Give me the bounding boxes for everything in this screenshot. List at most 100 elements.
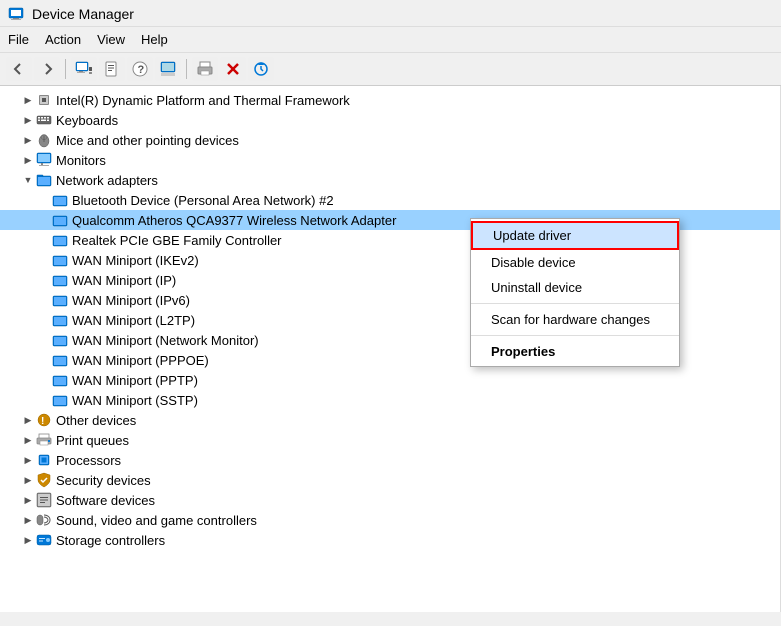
sound-label: Sound, video and game controllers — [56, 513, 257, 528]
context-scan-hardware[interactable]: Scan for hardware changes — [471, 307, 679, 332]
tree-item-sound[interactable]: Sound, video and game controllers — [0, 510, 780, 530]
qualcomm-label: Qualcomm Atheros QCA9377 Wireless Networ… — [72, 213, 396, 228]
mouse-icon — [36, 132, 52, 148]
expand-sound[interactable] — [20, 512, 36, 528]
tree-item-storage[interactable]: Storage controllers — [0, 530, 780, 550]
wan-ip-icon — [52, 272, 68, 288]
tree-item-monitors[interactable]: Monitors — [0, 150, 780, 170]
menu-action[interactable]: Action — [37, 29, 89, 50]
print-toolbar-btn[interactable] — [192, 57, 218, 81]
back-button[interactable] — [6, 57, 32, 81]
main-content: Intel(R) Dynamic Platform and Thermal Fr… — [0, 86, 781, 612]
expand-keyboards[interactable] — [20, 112, 36, 128]
menu-view[interactable]: View — [89, 29, 133, 50]
wan-netmon-icon — [52, 332, 68, 348]
tree-item-security[interactable]: Security devices — [0, 470, 780, 490]
security-label: Security devices — [56, 473, 151, 488]
sound-icon — [36, 512, 52, 528]
processor-icon — [36, 452, 52, 468]
tree-item-network[interactable]: Network adapters — [0, 170, 780, 190]
svg-text:!: ! — [41, 416, 44, 427]
keyboards-label: Keyboards — [56, 113, 118, 128]
context-separator-2 — [471, 335, 679, 336]
network-label: Network adapters — [56, 173, 158, 188]
storage-label: Storage controllers — [56, 533, 165, 548]
context-menu: Update driver Disable device Uninstall d… — [470, 218, 680, 367]
expand-software[interactable] — [20, 492, 36, 508]
expand-processors[interactable] — [20, 452, 36, 468]
help-toolbar-btn[interactable]: ? — [127, 57, 153, 81]
wan-pppoe-icon — [52, 352, 68, 368]
tree-item-print[interactable]: Print queues — [0, 430, 780, 450]
security-icon — [36, 472, 52, 488]
print-icon — [36, 432, 52, 448]
realtek-network-icon — [52, 232, 68, 248]
context-separator-1 — [471, 303, 679, 304]
wan-ip-label: WAN Miniport (IP) — [72, 273, 176, 288]
tree-item-mice[interactable]: Mice and other pointing devices — [0, 130, 780, 150]
context-disable-device[interactable]: Disable device — [471, 250, 679, 275]
device-manager-toolbar-btn[interactable] — [71, 57, 97, 81]
tree-item-keyboards[interactable]: Keyboards — [0, 110, 780, 130]
wan-ipv6-icon — [52, 292, 68, 308]
wan-pptp-icon — [52, 372, 68, 388]
menu-help[interactable]: Help — [133, 29, 176, 50]
delete-toolbar-btn[interactable] — [220, 57, 246, 81]
properties-toolbar-btn[interactable] — [99, 57, 125, 81]
cpu-icon — [36, 92, 52, 108]
expand-intel[interactable] — [20, 92, 36, 108]
wan-pppoe-label: WAN Miniport (PPPOE) — [72, 353, 209, 368]
menu-file[interactable]: File — [0, 29, 37, 50]
wan-sstp-label: WAN Miniport (SSTP) — [72, 393, 198, 408]
expand-security[interactable] — [20, 472, 36, 488]
keyboard-icon — [36, 112, 52, 128]
app-icon — [8, 6, 24, 22]
expand-print[interactable] — [20, 432, 36, 448]
realtek-label: Realtek PCIe GBE Family Controller — [72, 233, 282, 248]
toolbar: ? — [0, 53, 781, 86]
context-uninstall-device[interactable]: Uninstall device — [471, 275, 679, 300]
wan-ikev2-label: WAN Miniport (IKEv2) — [72, 253, 199, 268]
scan-toolbar-btn[interactable] — [248, 57, 274, 81]
other-icon: ! — [36, 412, 52, 428]
software-icon — [36, 492, 52, 508]
context-properties[interactable]: Properties — [471, 339, 679, 364]
qualcomm-network-icon — [52, 212, 68, 228]
expand-other[interactable] — [20, 412, 36, 428]
tree-item-wan-pptp[interactable]: WAN Miniport (PPTP) — [0, 370, 780, 390]
print-label: Print queues — [56, 433, 129, 448]
monitor-icon — [36, 152, 52, 168]
wan-l2tp-label: WAN Miniport (L2TP) — [72, 313, 195, 328]
intel-label: Intel(R) Dynamic Platform and Thermal Fr… — [56, 93, 350, 108]
mice-label: Mice and other pointing devices — [56, 133, 239, 148]
wan-ipv6-label: WAN Miniport (IPv6) — [72, 293, 190, 308]
title-bar: Device Manager — [0, 0, 781, 27]
bluetooth-label: Bluetooth Device (Personal Area Network)… — [72, 193, 334, 208]
other-label: Other devices — [56, 413, 136, 428]
processors-label: Processors — [56, 453, 121, 468]
software-label: Software devices — [56, 493, 155, 508]
expand-storage[interactable] — [20, 532, 36, 548]
tree-item-bluetooth[interactable]: Bluetooth Device (Personal Area Network)… — [0, 190, 780, 210]
tree-item-software[interactable]: Software devices — [0, 490, 780, 510]
toolbar-sep-1 — [65, 59, 66, 79]
wan-ikev2-icon — [52, 252, 68, 268]
update-toolbar-btn[interactable] — [155, 57, 181, 81]
title-bar-text: Device Manager — [32, 6, 134, 22]
wan-netmon-label: WAN Miniport (Network Monitor) — [72, 333, 259, 348]
storage-icon — [36, 532, 52, 548]
tree-item-wan-sstp[interactable]: WAN Miniport (SSTP) — [0, 390, 780, 410]
expand-network[interactable] — [20, 172, 36, 188]
svg-text:?: ? — [138, 64, 145, 76]
expand-monitors[interactable] — [20, 152, 36, 168]
bluetooth-network-icon — [52, 192, 68, 208]
tree-item-intel[interactable]: Intel(R) Dynamic Platform and Thermal Fr… — [0, 90, 780, 110]
expand-mice[interactable] — [20, 132, 36, 148]
tree-item-processors[interactable]: Processors — [0, 450, 780, 470]
tree-item-other[interactable]: ! Other devices — [0, 410, 780, 430]
network-folder-icon — [36, 172, 52, 188]
forward-button[interactable] — [34, 57, 60, 81]
context-update-driver[interactable]: Update driver — [471, 221, 679, 250]
wan-sstp-icon — [52, 392, 68, 408]
wan-pptp-label: WAN Miniport (PPTP) — [72, 373, 198, 388]
